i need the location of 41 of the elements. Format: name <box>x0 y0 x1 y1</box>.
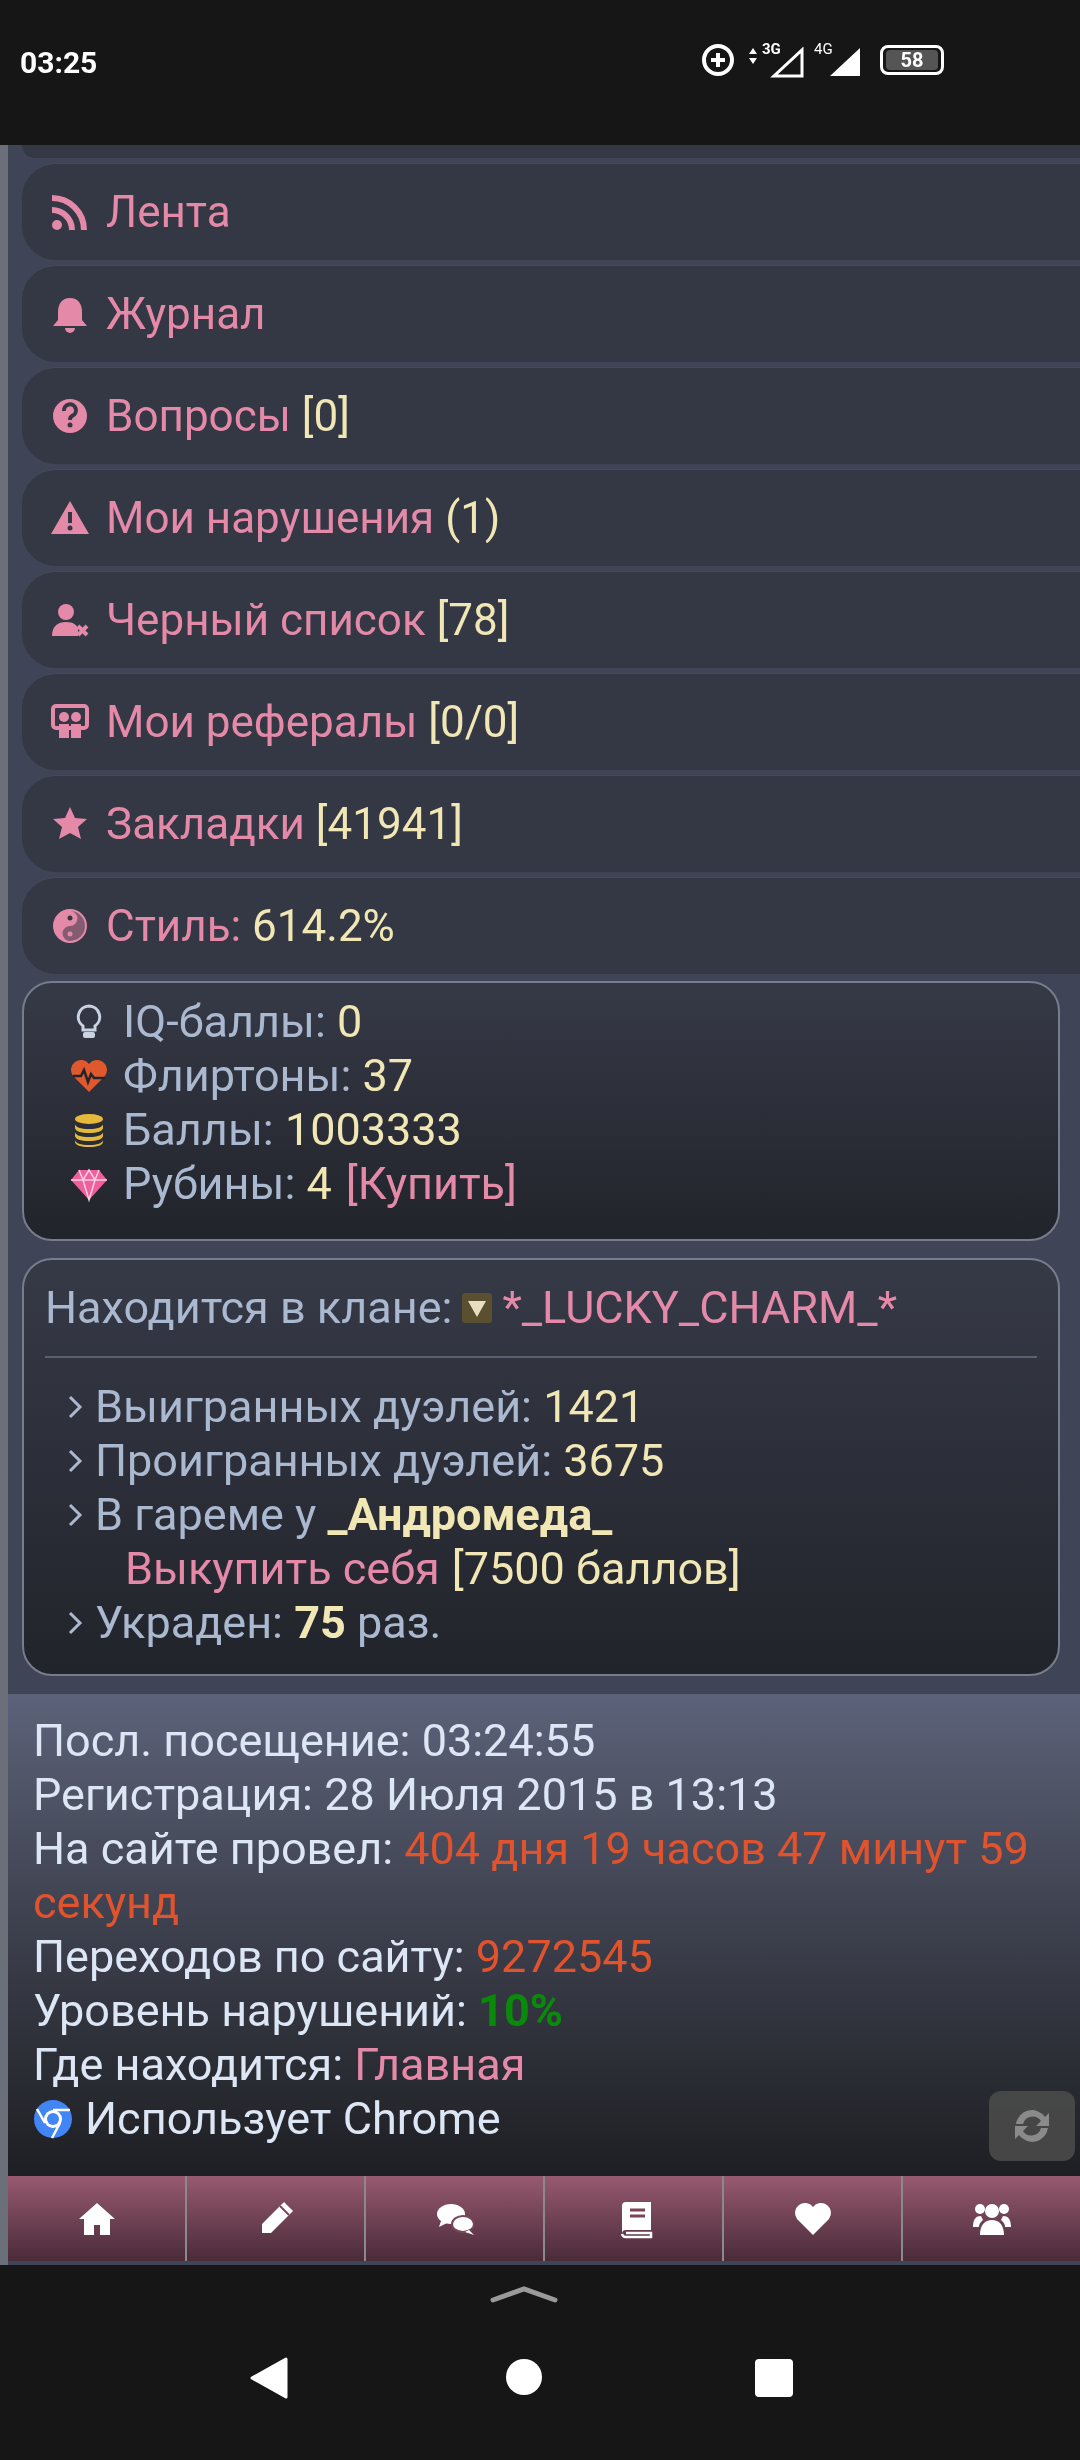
menu-item[interactable]: Лента <box>22 163 1080 260</box>
chevron-icon <box>67 1394 83 1420</box>
menu-item[interactable]: Черный список [78] <box>22 571 1080 668</box>
clan-stat-text: Выигранных дуэлей: 1421 <box>95 1379 645 1436</box>
chevron-icon <box>67 1502 83 1528</box>
home-icon[interactable] <box>505 2358 543 2396</box>
menu-item[interactable]: Мои нарушения (1) <box>22 469 1080 566</box>
battery-icon: 58 <box>880 45 944 75</box>
menu-item[interactable]: Закладки [41941] <box>22 775 1080 872</box>
stat-text: Флиртоны: 37 <box>123 1048 414 1105</box>
menu-item[interactable]: Вопросы [0] <box>22 367 1080 464</box>
clan-label: Находится в клане: <box>45 1280 453 1337</box>
info-line: На сайте провел: 404 дня 19 часов 47 минут 59 секунд <box>33 1822 1030 1930</box>
clock-time: 03:25 <box>20 44 98 82</box>
price-text: [7500 баллов] <box>451 1541 741 1598</box>
info-line: Регистрация: 28 Июля 2015 в 13:13 <box>33 1768 779 1822</box>
info-line: Переходов по сайту: 9272545 <box>33 1930 654 1984</box>
data-saver-icon <box>700 42 736 78</box>
gesture-handle-icon[interactable] <box>490 2285 558 2305</box>
info-line: Посл. посещение: 03:24:55 <box>33 1714 597 1768</box>
rss-icon <box>50 192 90 232</box>
info-line: Уровень нарушений: 10% <box>33 1984 564 2038</box>
stat-text: IQ-баллы: 0 <box>123 994 363 1051</box>
menu-item[interactable]: Стиль: 614.2% <box>22 877 1080 974</box>
clan-emblem-icon <box>462 1293 493 1323</box>
clan-stat-text: В гареме у _Андромеда_ <box>95 1487 613 1544</box>
clan-name-link[interactable]: *_LUCKY_CHARM_* <box>502 1274 897 1342</box>
info-line: Где находится: Главная <box>33 2038 527 2092</box>
menu-item[interactable]: Мои рефералы [0/0] <box>22 673 1080 770</box>
browser-icon <box>33 2099 73 2139</box>
refresh-button[interactable] <box>989 2091 1075 2161</box>
help-icon <box>50 396 90 436</box>
menu-item[interactable]: Журнал <box>22 265 1080 362</box>
stat-text: Рубины: 4 <box>123 1156 332 1213</box>
browser-text: Использует Chrome <box>85 2092 501 2146</box>
chevron-icon <box>67 1610 83 1636</box>
back-icon[interactable] <box>250 2357 288 2399</box>
chevron-icon <box>67 1448 83 1474</box>
clan-stat-text: Украден: 75 раз. <box>95 1595 442 1652</box>
clan-stat-text: Проигранных дуэлей: 3675 <box>95 1433 665 1490</box>
yin-yang-icon <box>50 906 90 946</box>
